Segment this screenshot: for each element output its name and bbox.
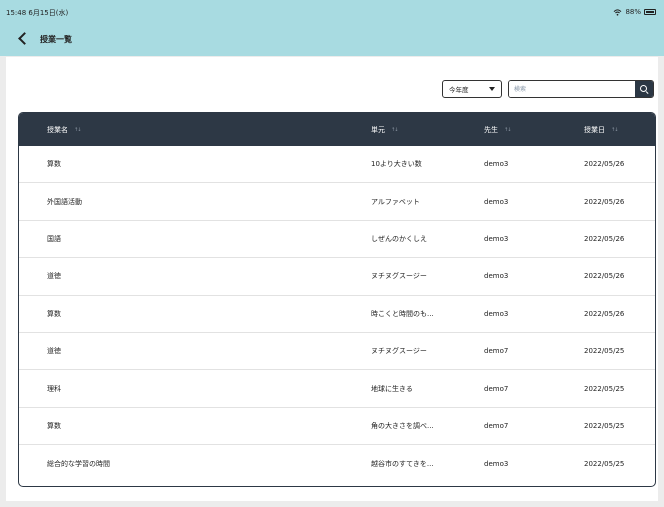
cell-teacher: demo3 [484,234,509,243]
table-header: 授業名 ↑↓ 単元 ↑↓ 先生 ↑↓ 授業日 ↑↓ [19,113,655,146]
table-row[interactable]: 国語 しぜんのかくしえ demo3 2022/05/26 [19,221,655,259]
cell-unit: 時こくと時間のも... [371,309,434,318]
cell-subject: 総合的な学習の時間 [47,459,110,468]
cell-subject: 外国語活動 [47,197,82,206]
cell-unit: 地球に生きる [371,384,413,393]
cell-date: 2022/05/26 [584,309,625,318]
back-button[interactable] [14,30,31,46]
table-row[interactable]: 総合的な学習の時間 越谷市のすてきを... demo3 2022/05/25 [19,445,655,482]
cell-teacher: demo7 [484,347,509,356]
cell-unit: アルファベット [371,197,420,206]
cell-date: 2022/05/26 [584,160,625,169]
table-row[interactable]: 算数 角の大きさを調べ... demo7 2022/05/25 [19,408,655,446]
lesson-table: 授業名 ↑↓ 単元 ↑↓ 先生 ↑↓ 授業日 ↑↓ 算数 10より大きい数 de… [18,112,656,487]
cell-date: 2022/05/26 [584,234,625,243]
cell-subject: 道徳 [47,347,61,356]
cell-date: 2022/05/25 [584,384,625,393]
page-title: 授業一覧 [40,35,72,44]
table-row[interactable]: 算数 時こくと時間のも... demo3 2022/05/26 [19,296,655,333]
status-indicators: 88% [613,8,656,16]
cell-teacher: demo3 [484,459,509,468]
cell-subject: 算数 [47,309,61,318]
search-input[interactable] [509,81,635,97]
cell-date: 2022/05/25 [584,421,625,430]
table-row[interactable]: 道徳 ヌチヌグスージー demo3 2022/05/26 [19,258,655,296]
cell-date: 2022/05/25 [584,347,625,356]
search-icon [639,84,649,94]
cell-unit: しぜんのかくしえ [371,234,427,243]
caret-down-icon [489,87,495,91]
sort-icon: ↑↓ [504,127,511,133]
cell-teacher: demo7 [484,384,509,393]
cell-unit: ヌチヌグスージー [371,272,427,281]
table-row[interactable]: 道徳 ヌチヌグスージー demo7 2022/05/25 [19,333,655,371]
cell-date: 2022/05/26 [584,272,625,281]
filter-bar: 今年度 [442,80,654,98]
search-box [508,80,654,98]
cell-teacher: demo3 [484,160,509,169]
table-row[interactable]: 算数 10より大きい数 demo3 2022/05/26 [19,146,655,184]
cell-subject: 理科 [47,384,61,393]
sort-icon: ↑↓ [391,127,398,133]
cell-date: 2022/05/26 [584,197,625,206]
cell-unit: 角の大きさを調べ... [371,421,434,430]
table-row[interactable]: 外国語活動 アルファベット demo3 2022/05/26 [19,183,655,221]
sort-icon: ↑↓ [611,127,618,133]
cell-teacher: demo7 [484,421,509,430]
table-row[interactable]: 理科 地球に生きる demo7 2022/05/25 [19,370,655,408]
cell-teacher: demo3 [484,309,509,318]
app-header: 15:48 6月15日(水) 88% 授業一覧 [0,0,664,56]
cell-unit: 越谷市のすてきを... [371,459,434,468]
cell-teacher: demo3 [484,197,509,206]
cell-subject: 算数 [47,421,61,430]
chevron-left-icon [17,31,31,45]
sort-icon: ↑↓ [74,127,81,133]
cell-subject: 算数 [47,160,61,169]
cell-subject: 道徳 [47,272,61,281]
battery-percent: 88% [625,8,641,16]
column-header-date[interactable]: 授業日 ↑↓ [584,125,618,135]
year-select-value: 今年度 [449,86,469,94]
battery-icon [644,9,656,15]
wifi-icon [614,8,622,16]
cell-subject: 国語 [47,234,61,243]
cell-date: 2022/05/25 [584,459,625,468]
search-button[interactable] [635,81,653,97]
status-time: 15:48 6月15日(水) [6,9,69,17]
column-header-unit[interactable]: 単元 ↑↓ [371,125,398,135]
cell-unit: 10より大きい数 [371,160,422,169]
column-header-subject[interactable]: 授業名 ↑↓ [47,125,81,135]
year-select[interactable]: 今年度 [442,80,502,98]
column-header-teacher[interactable]: 先生 ↑↓ [484,125,511,135]
cell-teacher: demo3 [484,272,509,281]
main-content: 今年度 授業名 ↑↓ 単元 ↑↓ 先生 ↑↓ 授業日 [6,57,658,501]
cell-unit: ヌチヌグスージー [371,347,427,356]
